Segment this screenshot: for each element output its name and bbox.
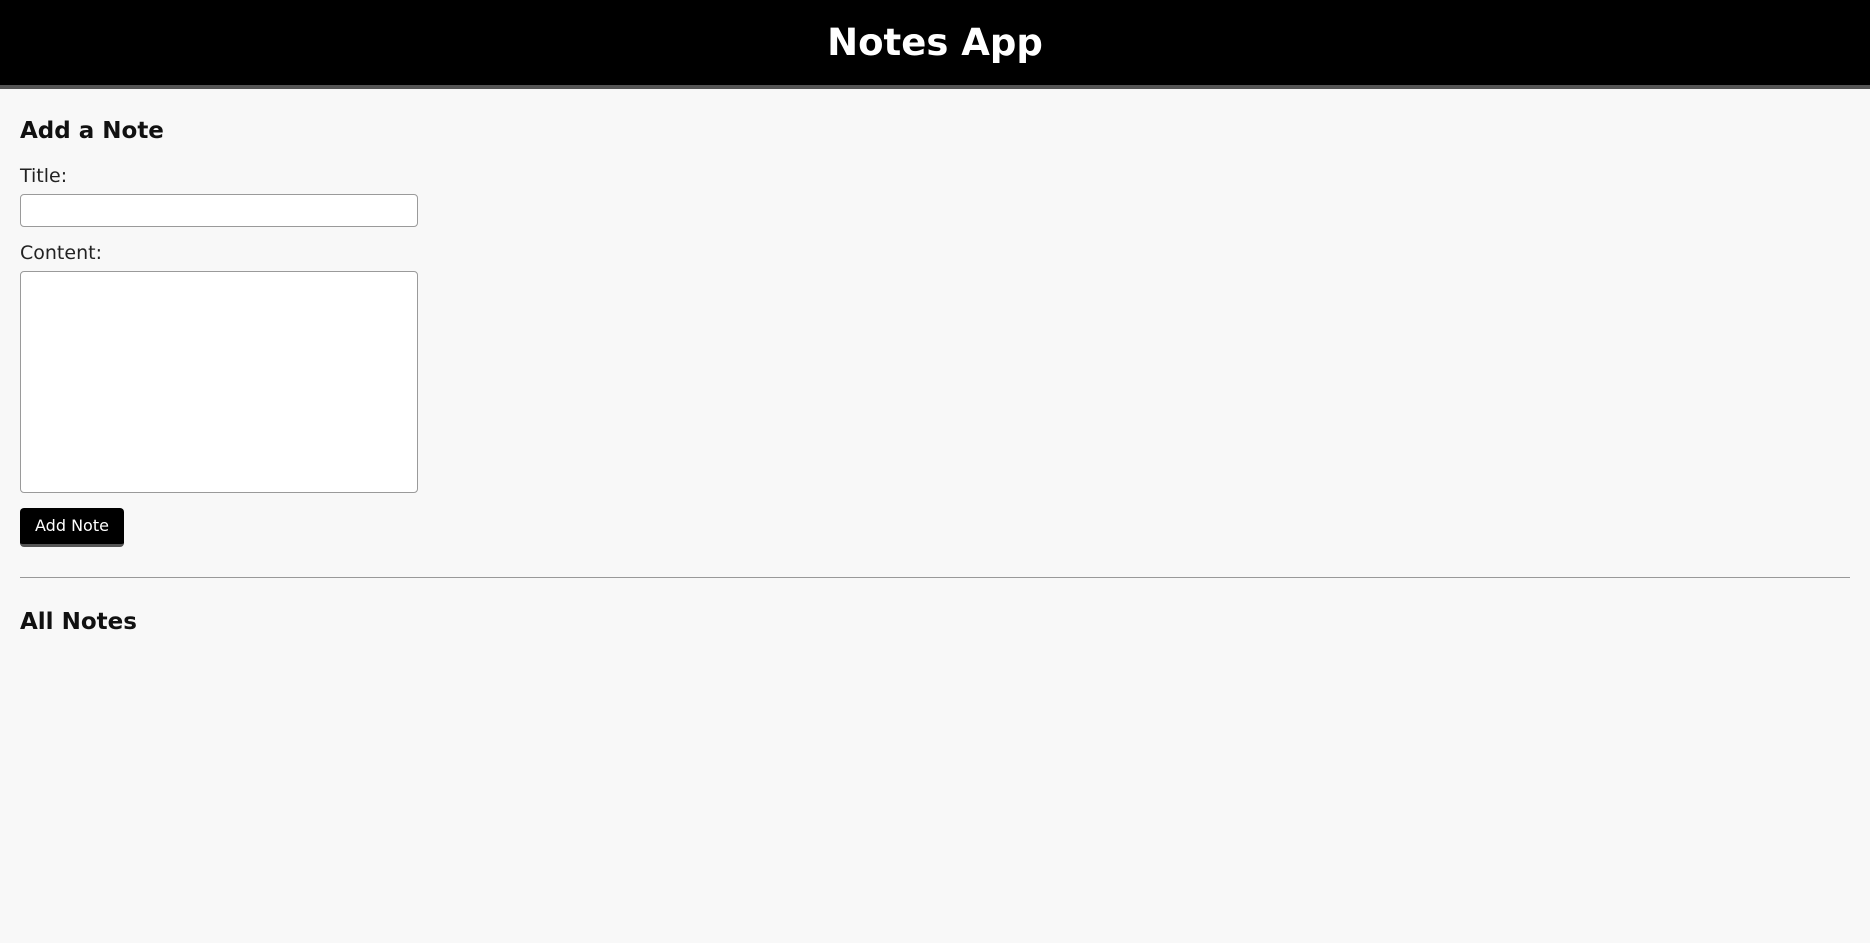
app-title: Notes App (827, 21, 1043, 64)
main-content: Add a Note Title: Content: Add Note All … (0, 89, 1870, 634)
app-header: Notes App (0, 0, 1870, 89)
all-notes-section: All Notes (20, 611, 1850, 634)
title-label: Title: (20, 165, 68, 187)
content-label: Content: (20, 242, 102, 264)
add-note-section: Add a Note Title: Content: Add Note (20, 89, 1850, 547)
section-divider (20, 577, 1850, 578)
all-notes-heading: All Notes (20, 609, 137, 635)
add-note-button[interactable]: Add Note (20, 508, 124, 547)
content-textarea[interactable] (20, 271, 418, 493)
title-input[interactable] (20, 194, 418, 227)
add-note-heading: Add a Note (20, 118, 164, 144)
